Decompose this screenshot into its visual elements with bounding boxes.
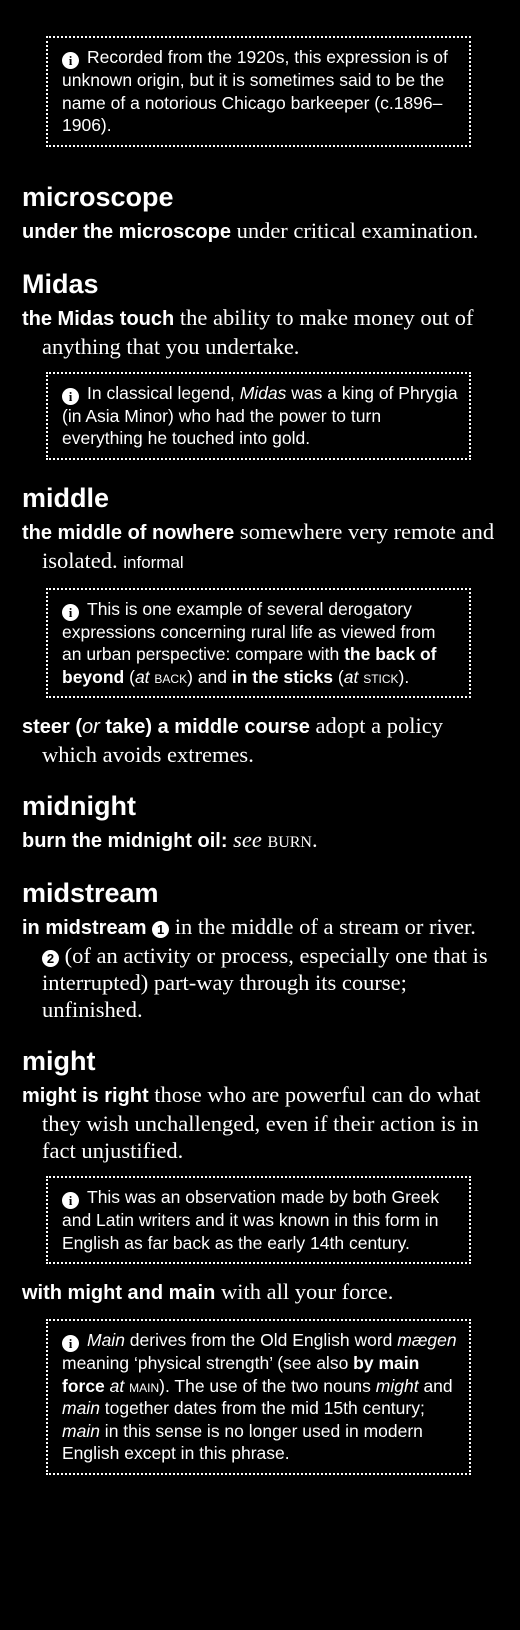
phrase: the Midas touch [22,307,175,330]
entry-midnight: midnight burn the midnight oil: see burn… [22,790,498,855]
origin-note: i This was an observation made by both Gr… [46,1176,471,1264]
info-icon: i [62,1335,79,1352]
phrase: burn the midnight oil [22,830,221,852]
entry-midstream: midstream in midstream 1 in the middle o… [22,877,498,1023]
phrase-entry: under the microscope under critical exam… [22,217,498,246]
origin-note: i This is one example of several derogato… [46,587,471,698]
entry-midas: Midas the Midas touch the ability to mak… [22,268,498,460]
origin-note: i In classical legend, Midas was a king o… [46,371,471,460]
headword: might [22,1046,96,1076]
origin-note: i Main derives from the Old English word … [46,1319,471,1475]
phrase: steer (or take) a middle course [22,716,310,738]
phrase-entry: burn the midnight oil: see burn. [22,827,318,852]
phrase-entry: with might and main with all your force. [22,1278,498,1307]
headword: microscope [22,181,174,212]
phrase-entry: might is right those who are powerful ca… [22,1081,498,1164]
register-label: informal [123,552,184,572]
see-label: see [233,827,262,852]
definition: with all your force. [220,1279,394,1304]
headword: midnight [22,791,136,821]
entry-might: might might is right those who are power… [22,1045,498,1475]
cross-reference: main [129,1375,160,1396]
dictionary-page: i Recorded from the 1920s, this expressio… [0,0,520,1475]
info-icon: i [62,387,79,405]
entry-microscope: microscope under the microscope under cr… [22,181,498,246]
phrase-entry: steer (or take) a middle course adopt a … [22,712,498,768]
sense-1: in the middle of a stream or river. [174,914,476,939]
headword: midstream [22,878,159,908]
phrase-entry: the middle of nowhere somewhere very rem… [22,518,498,576]
entry-middle: middle the middle of nowhere somewhere v… [22,482,498,769]
sense-number-2: 2 [42,950,59,967]
sense-2: (of an activity or process, especially o… [42,943,488,1022]
phrase-entry: in midstream 1 in the middle of a stream… [22,913,498,1023]
cross-reference: back [154,666,188,687]
cross-reference: stick [363,666,399,687]
info-icon: i [62,1192,79,1209]
info-icon: i [62,603,79,621]
phrase: the middle of nowhere [22,521,235,544]
origin-note-top: i Recorded from the 1920s, this expressio… [46,36,471,147]
headword: middle [22,482,110,513]
phrase-entry: the Midas touch the ability to make mone… [22,304,498,360]
info-icon: i [62,52,79,69]
phrase: with might and main [22,1282,216,1304]
phrase: under the microscope [22,220,231,243]
headword: Midas [22,268,99,299]
definition: under critical examination. [236,217,479,243]
sense-number-1: 1 [152,921,170,938]
cross-reference: burn [267,827,312,852]
phrase: in midstream [22,917,147,939]
phrase: might is right [22,1085,149,1107]
